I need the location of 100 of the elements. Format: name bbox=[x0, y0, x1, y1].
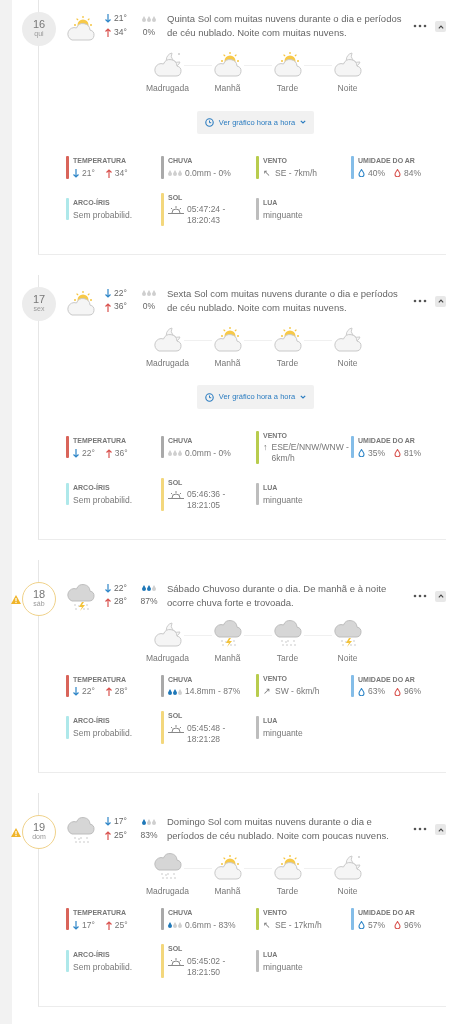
up-arrow-icon bbox=[105, 597, 111, 607]
min-temperature: 22° bbox=[114, 286, 127, 300]
collapse-button[interactable] bbox=[435, 21, 446, 32]
more-icon[interactable] bbox=[413, 298, 427, 303]
sun-times: 05:46:36 - 18:21:05 bbox=[187, 489, 227, 511]
sunrise-icon bbox=[168, 491, 184, 500]
period-label: Noite bbox=[337, 82, 358, 95]
max-temperature: 34° bbox=[114, 167, 128, 179]
clock-icon bbox=[204, 392, 214, 402]
forecast-description: Quinta Sol com muitas nuvens durante o dia e períodos de céu nublado. Noite com muitas nuvens. bbox=[167, 12, 403, 41]
drop-icon bbox=[394, 169, 401, 178]
drop-icon bbox=[358, 921, 365, 930]
period-label: Noite bbox=[337, 651, 358, 665]
min-temperature: 21° bbox=[82, 167, 95, 179]
rain-amount: 0.6mm - 83% bbox=[185, 919, 236, 931]
up-arrow-icon bbox=[105, 687, 112, 697]
min-temperature: 17° bbox=[114, 815, 127, 829]
down-arrow-icon bbox=[73, 448, 79, 458]
collapse-button[interactable] bbox=[435, 824, 446, 836]
day-number: 16 bbox=[32, 19, 46, 31]
period-label: Madrugada bbox=[146, 885, 189, 898]
wind-arrow-icon: ↗ bbox=[263, 686, 271, 698]
down-arrow-icon bbox=[105, 14, 111, 24]
wind-value: SE - 17km/h bbox=[275, 919, 322, 931]
caret-icon bbox=[437, 827, 444, 832]
period-label: Manhã bbox=[214, 651, 241, 665]
rain-chance: 0% bbox=[141, 300, 157, 314]
rain-chance: 83% bbox=[139, 828, 159, 842]
collapse-button[interactable] bbox=[435, 295, 446, 307]
rain-amount: 0.0mm - 0% bbox=[185, 167, 231, 179]
chevron-down-icon bbox=[300, 120, 307, 125]
wind-value: ESE/E/NNW/WNW - 6km/h bbox=[271, 442, 350, 464]
max-humidity: 84% bbox=[404, 167, 422, 179]
down-arrow-icon bbox=[73, 687, 79, 697]
forecast-description: Domingo Sol com muitas nuvens durante o dia e períodos de céu nublado. Noite com poucas nuvens. bbox=[167, 815, 390, 844]
period-label: Tarde bbox=[276, 885, 299, 898]
drop-icon bbox=[394, 449, 401, 458]
wind-value: SE - 7km/h bbox=[275, 167, 318, 179]
chevron-down-icon bbox=[300, 395, 307, 399]
max-humidity: 81% bbox=[404, 447, 422, 459]
drop-icon bbox=[394, 921, 401, 930]
day-number: 18 bbox=[32, 589, 46, 601]
down-arrow-icon bbox=[105, 584, 111, 594]
period-label: Noite bbox=[337, 885, 358, 898]
sun-times: 05:45:02 - 18:21:50 bbox=[187, 956, 227, 978]
down-arrow-icon bbox=[105, 817, 111, 827]
drop-icon bbox=[358, 687, 365, 696]
up-arrow-icon bbox=[105, 448, 112, 458]
rain-chance: 0% bbox=[141, 25, 157, 39]
stat-value: Sem probabilid. bbox=[73, 494, 133, 505]
drop-icon bbox=[358, 449, 365, 458]
rain-cloud-icon bbox=[65, 817, 97, 846]
max-humidity: 96% bbox=[404, 686, 422, 697]
max-temperature: 36° bbox=[114, 300, 127, 314]
sun-times: 05:45:48 - 18:21:28 bbox=[187, 722, 227, 745]
wind-arrow-icon: ↖ bbox=[263, 167, 271, 179]
max-temperature: 25° bbox=[114, 828, 127, 842]
day-number: 17 bbox=[32, 293, 46, 305]
rain-amount: 0.0mm - 0% bbox=[185, 447, 231, 459]
more-icon[interactable] bbox=[413, 827, 427, 832]
stat-value: minguante bbox=[263, 961, 303, 972]
min-humidity: 35% bbox=[368, 447, 385, 459]
up-arrow-icon bbox=[105, 831, 111, 840]
drop-icon bbox=[358, 169, 365, 178]
min-humidity: 57% bbox=[368, 919, 385, 931]
wind-arrow-icon: ↖ bbox=[263, 919, 271, 931]
max-temperature: 28° bbox=[114, 686, 128, 697]
drop-icon bbox=[394, 687, 401, 696]
wind-value: SW - 6km/h bbox=[275, 686, 320, 698]
sunrise-icon bbox=[168, 958, 184, 967]
collapse-button[interactable] bbox=[435, 590, 446, 602]
stat-value: Sem probabilid. bbox=[73, 728, 133, 739]
stat-value: Sem probabilid. bbox=[73, 209, 133, 220]
min-temperature: 17° bbox=[82, 919, 95, 931]
period-label: Tarde bbox=[276, 651, 299, 665]
rain-amount: 14.8mm - 87% bbox=[185, 686, 241, 697]
day-number: 19 bbox=[32, 822, 46, 834]
rain-chance: 87% bbox=[139, 595, 159, 609]
clock-icon bbox=[204, 117, 214, 127]
stat-value: minguante bbox=[263, 209, 303, 220]
stat-value: minguante bbox=[263, 728, 303, 739]
more-icon[interactable] bbox=[413, 24, 427, 28]
stat-value: minguante bbox=[263, 494, 303, 505]
min-temperature: 22° bbox=[82, 447, 95, 459]
up-arrow-icon bbox=[105, 27, 111, 37]
storm-cloud-icon bbox=[65, 583, 97, 612]
period-label: Noite bbox=[337, 356, 358, 370]
min-temperature: 21° bbox=[114, 12, 127, 25]
period-label: Madrugada bbox=[146, 82, 189, 95]
period-label: Manhã bbox=[214, 356, 241, 370]
caret-icon bbox=[437, 24, 444, 29]
period-label: Madrugada bbox=[146, 651, 189, 665]
max-temperature: 36° bbox=[114, 447, 128, 459]
period-label: Manhã bbox=[214, 885, 241, 898]
caret-icon bbox=[437, 299, 444, 304]
sunrise-icon bbox=[168, 206, 184, 215]
more-icon[interactable] bbox=[413, 593, 427, 598]
up-arrow-icon bbox=[105, 168, 112, 178]
caret-icon bbox=[437, 594, 444, 599]
period-label: Madrugada bbox=[146, 356, 189, 370]
